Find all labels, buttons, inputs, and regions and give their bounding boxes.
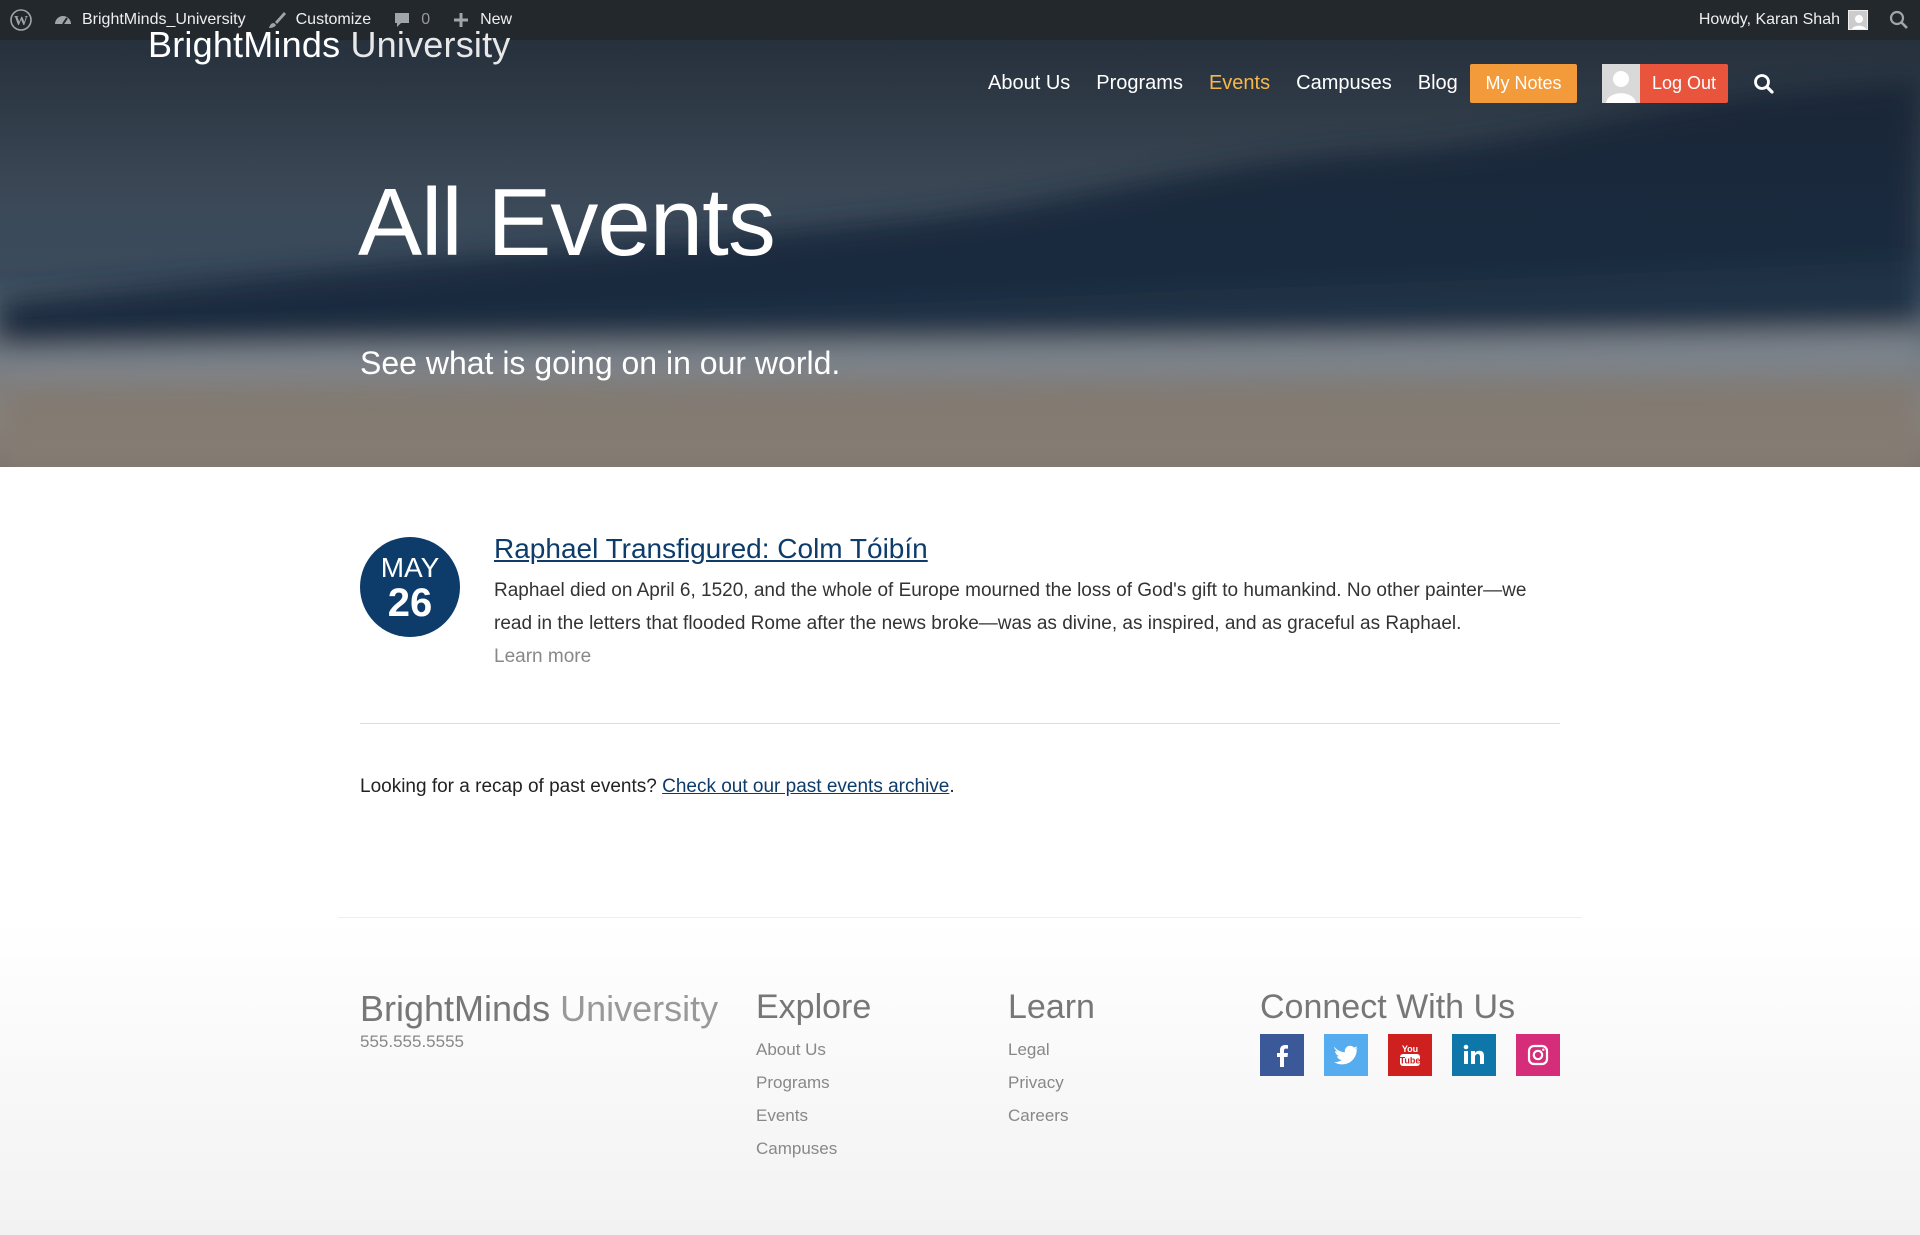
linkedin-icon[interactable]	[1452, 1034, 1496, 1076]
page-title: All Events	[358, 169, 776, 276]
footer-explore-heading: Explore	[756, 988, 872, 1026]
wordpress-icon: W	[10, 9, 32, 31]
svg-text:You: You	[1402, 1044, 1418, 1054]
footer-link-events[interactable]: Events	[756, 1099, 871, 1132]
footer-phone: 555.555.5555	[360, 1032, 464, 1051]
log-out-button[interactable]: Log Out	[1602, 64, 1728, 103]
social-links: You Tube	[1260, 1034, 1560, 1076]
facebook-icon[interactable]	[1260, 1034, 1304, 1076]
past-events-period: .	[949, 776, 955, 797]
main-navigation: About Us Programs Events Campuses Blog	[988, 72, 1458, 95]
footer-link-campuses[interactable]: Campuses	[756, 1132, 871, 1165]
nav-blog[interactable]: Blog	[1418, 72, 1458, 95]
nav-about-us[interactable]: About Us	[988, 72, 1070, 95]
past-events-archive-link[interactable]: Check out our past events archive	[662, 776, 949, 797]
event-title-link[interactable]: Raphael Transfigured: Colm Tóibín	[494, 533, 928, 565]
wordpress-logo-button[interactable]: W	[0, 0, 42, 40]
howdy-text: Howdy, Karan Shah	[1698, 11, 1840, 28]
site-footer	[0, 918, 1920, 1235]
svg-text:W: W	[14, 14, 28, 29]
event-description: Raphael died on April 6, 1520, and the w…	[494, 580, 1527, 634]
footer-link-programs[interactable]: Programs	[756, 1066, 871, 1099]
divider	[360, 723, 1560, 724]
event-day: 26	[387, 581, 433, 625]
hero-banner	[0, 40, 1920, 467]
twitter-icon[interactable]	[1324, 1034, 1368, 1076]
youtube-icon[interactable]: You Tube	[1388, 1034, 1432, 1076]
avatar-icon	[1848, 10, 1868, 30]
dashboard-icon	[52, 9, 74, 31]
footer-link-legal[interactable]: Legal	[1008, 1033, 1095, 1066]
my-account-menu[interactable]: Howdy, Karan Shah	[1689, 0, 1878, 40]
log-out-label: Log Out	[1652, 73, 1717, 93]
footer-link-privacy[interactable]: Privacy	[1008, 1066, 1095, 1099]
nav-events[interactable]: Events	[1209, 72, 1270, 95]
past-events-note: Looking for a recap of past events? Chec…	[360, 776, 955, 798]
event-month: MAY	[380, 552, 440, 583]
footer-learn-column: Learn Legal Privacy Careers	[1008, 988, 1095, 1132]
past-events-text: Looking for a recap of past events?	[360, 776, 663, 797]
hero-overlay	[0, 40, 1920, 467]
nav-campuses[interactable]: Campuses	[1296, 72, 1392, 95]
footer-connect-column: Connect With Us	[1260, 988, 1515, 1033]
page-subtitle: See what is going on in our world.	[360, 345, 841, 381]
footer-logo[interactable]: BrightMinds University	[360, 988, 718, 1030]
footer-divider	[338, 917, 1582, 918]
nav-programs[interactable]: Programs	[1096, 72, 1183, 95]
event-date-badge: MAY 26	[360, 537, 460, 637]
site-search-button[interactable]	[1752, 72, 1776, 96]
footer-link-careers[interactable]: Careers	[1008, 1099, 1095, 1132]
footer-learn-heading: Learn	[1008, 988, 1095, 1026]
user-avatar-icon	[1602, 64, 1640, 103]
svg-text:Tube: Tube	[1400, 1056, 1421, 1066]
admin-search-button[interactable]	[1878, 0, 1920, 40]
site-logo[interactable]: BrightMinds University	[148, 24, 511, 66]
footer-explore-column: Explore About Us Programs Events Campuse…	[756, 988, 871, 1165]
instagram-icon[interactable]	[1516, 1034, 1560, 1076]
footer-logo-bold: BrightMinds	[360, 988, 551, 1029]
search-icon	[1888, 9, 1910, 31]
footer-link-about-us[interactable]: About Us	[756, 1033, 871, 1066]
logo-bold: BrightMinds	[148, 24, 341, 65]
footer-connect-heading: Connect With Us	[1260, 988, 1516, 1026]
logo-light: University	[350, 24, 511, 65]
search-icon	[1754, 74, 1774, 94]
footer-logo-light: University	[560, 988, 719, 1029]
learn-more-link[interactable]: Learn more	[494, 640, 591, 673]
my-notes-button[interactable]: My Notes	[1470, 64, 1577, 103]
